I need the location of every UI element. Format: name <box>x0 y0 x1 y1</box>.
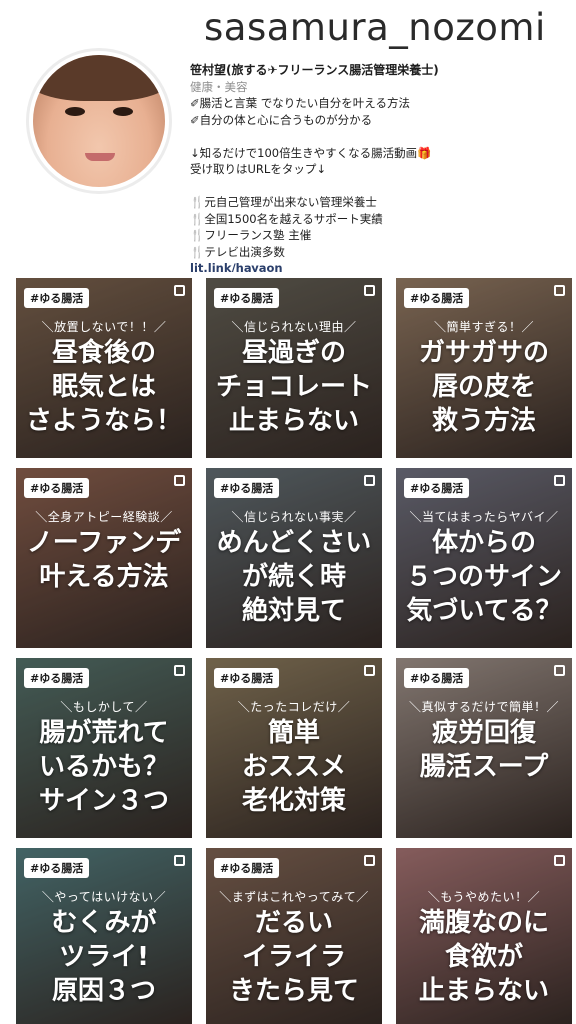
post-tile[interactable]: #ゆる腸活 ＼信じられない理由／ 昼過ぎの チョコレート 止まらない <box>206 278 382 458</box>
post-tile[interactable]: #ゆる腸活 ＼たったコレだけ／ 簡単 おススメ 老化対策 <box>206 658 382 838</box>
profile-username: sasamura_nozomi <box>204 6 546 49</box>
profile-bio: 笹村望(旅する✈フリーランス腸活管理栄養士) 健康・美容 ✐腸活と言葉 でなりた… <box>190 62 570 277</box>
post-hashtag: #ゆる腸活 <box>404 288 470 308</box>
avatar-image <box>33 55 165 187</box>
bio-line: 🍴フリーランス塾 主催 <box>190 228 312 242</box>
bio-line: 🍴全国1500名を越えるサポート実績 <box>190 211 383 226</box>
post-subtitle: ＼たったコレだけ／ <box>237 700 351 714</box>
carousel-icon <box>554 665 565 676</box>
carousel-icon <box>174 285 185 296</box>
post-hashtag: #ゆる腸活 <box>214 288 280 308</box>
post-headline: めんどくさい が続く時 絶対見て <box>216 528 372 626</box>
post-hashtag: #ゆる腸活 <box>404 478 470 498</box>
bio-line: ✐腸活と言葉 でなりたい自分を叶える方法 <box>190 96 410 110</box>
bio-line: 🍴テレビ出演多数 <box>190 244 285 259</box>
post-headline: 昼食後の 眠気とは さようなら！ <box>25 338 182 436</box>
carousel-icon <box>174 665 185 676</box>
post-tile[interactable]: #ゆる腸活 ＼まずはこれやってみて／ だるい イライラ きたら見て <box>206 848 382 1024</box>
post-headline: 腸が荒れて いるかも？ サイン３つ <box>38 718 169 816</box>
post-headline: ノーファンデ 叶える方法 <box>26 528 182 592</box>
bio-line: ✐自分の体と心に合うものが分かる <box>190 112 373 127</box>
post-tile[interactable]: #ゆる腸活 ＼全身アトピー経験談／ ノーファンデ 叶える方法 <box>16 468 192 648</box>
post-headline: 疲労回復 腸活スープ <box>419 718 549 782</box>
post-hashtag: #ゆる腸活 <box>24 288 90 308</box>
bio-line: 🍴元自己管理が出来ない管理栄養士 <box>190 195 377 209</box>
post-tile[interactable]: #ゆる腸活 ＼信じられない事実／ めんどくさい が続く時 絶対見て <box>206 468 382 648</box>
post-headline: 昼過ぎの チョコレート 止まらない <box>215 338 372 436</box>
post-subtitle: ＼当てはまったらヤバイ／ <box>409 510 559 524</box>
bio-line: ↓知るだけで100倍生きやすくなる腸活動画🎁 <box>190 145 432 160</box>
post-tile[interactable]: #ゆる腸活 ＼真似するだけで簡単！／ 疲労回復 腸活スープ <box>396 658 572 838</box>
carousel-icon <box>364 285 375 296</box>
post-headline: だるい イライラ きたら見て <box>228 908 359 1006</box>
post-subtitle: ＼まずはこれやってみて／ <box>219 890 369 904</box>
bio-line: 受け取りはURLをタップ↓ <box>190 162 326 176</box>
post-headline: 簡単 おススメ 老化対策 <box>241 718 346 816</box>
carousel-icon <box>554 475 565 486</box>
post-tile[interactable]: #ゆる腸活 ＼やってはいけない／ むくみが ツライ! 原因３つ <box>16 848 192 1024</box>
post-hashtag: #ゆる腸活 <box>24 668 90 688</box>
post-subtitle: ＼真似するだけで簡単！／ <box>408 700 559 714</box>
post-subtitle: ＼信じられない事実／ <box>231 510 357 524</box>
post-headline: むくみが ツライ! 原因３つ <box>51 908 157 1006</box>
avatar[interactable] <box>26 48 172 194</box>
carousel-icon <box>364 665 375 676</box>
post-tile[interactable]: #ゆる腸活 ＼簡単すぎる！／ ガサガサの 唇の皮を 救う方法 <box>396 278 572 458</box>
carousel-icon <box>554 285 565 296</box>
carousel-icon <box>364 855 375 866</box>
post-subtitle: ＼信じられない理由／ <box>231 320 357 334</box>
post-subtitle: ＼放置しないで！！／ <box>41 320 167 334</box>
carousel-icon <box>364 475 375 486</box>
post-subtitle: ＼もしかして／ <box>60 700 148 714</box>
post-subtitle: ＼簡単すぎる！／ <box>433 320 534 334</box>
post-hashtag: #ゆる腸活 <box>214 858 280 878</box>
profile-header: sasamura_nozomi 笹村望(旅する✈フリーランス腸活管理栄養士) 健… <box>0 0 576 275</box>
post-headline: ガサガサの 唇の皮を 救う方法 <box>418 338 549 436</box>
post-hashtag: #ゆる腸活 <box>214 478 280 498</box>
post-subtitle: ＼全身アトピー経験談／ <box>35 510 173 524</box>
post-hashtag: #ゆる腸活 <box>404 668 470 688</box>
post-tile[interactable]: #ゆる腸活 ＼当てはまったらヤバイ／ 体からの ５つのサイン 気づいてる？ <box>396 468 572 648</box>
profile-display-name: 笹村望(旅する✈フリーランス腸活管理栄養士) <box>190 63 439 77</box>
post-headline: 体からの ５つのサイン 気づいてる？ <box>405 528 562 626</box>
post-tile[interactable]: ＼もうやめたい！／ 満腹なのに 食欲が 止まらない <box>396 848 572 1024</box>
carousel-icon <box>174 855 185 866</box>
carousel-icon <box>174 475 185 486</box>
post-tile[interactable]: #ゆる腸活 ＼もしかして／ 腸が荒れて いるかも？ サイン３つ <box>16 658 192 838</box>
carousel-icon <box>554 855 565 866</box>
post-subtitle: ＼もうやめたい！／ <box>427 890 541 904</box>
post-tile[interactable]: #ゆる腸活 ＼放置しないで！！／ 昼食後の 眠気とは さようなら！ <box>16 278 192 458</box>
post-hashtag: #ゆる腸活 <box>214 668 280 688</box>
posts-grid: #ゆる腸活 ＼放置しないで！！／ 昼食後の 眠気とは さようなら！ #ゆる腸活 ＼信じら… <box>0 272 576 1024</box>
post-headline: 満腹なのに 食欲が 止まらない <box>418 908 549 1006</box>
post-hashtag: #ゆる腸活 <box>24 478 90 498</box>
post-subtitle: ＼やってはいけない／ <box>41 890 167 904</box>
post-hashtag: #ゆる腸活 <box>24 858 90 878</box>
profile-category: 健康・美容 <box>190 79 248 94</box>
